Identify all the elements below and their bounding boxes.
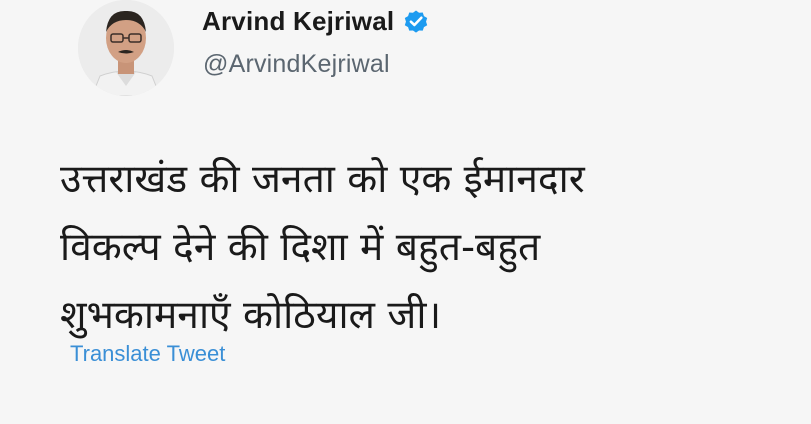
tweet-text-line: शुभकामनाएँ कोठियाल जी। (60, 293, 442, 338)
translate-tweet-link[interactable]: Translate Tweet (70, 341, 225, 367)
tweet-card: Arvind Kejriwal @ArvindKejriwal उत्तराखं… (0, 0, 811, 424)
avatar[interactable] (78, 0, 174, 96)
avatar-image (78, 0, 174, 96)
tweet-text: उत्तराखंड की जनता को एक ईमानदार विकल्प द… (60, 146, 800, 350)
author-handle[interactable]: @ArvindKejriwal (203, 50, 390, 79)
tweet-text-line: उत्तराखंड की जनता को एक ईमानदार (60, 157, 585, 202)
author-row: Arvind Kejriwal (202, 4, 430, 38)
display-name[interactable]: Arvind Kejriwal (202, 6, 394, 37)
verified-badge-icon (402, 7, 430, 35)
tweet-text-line: विकल्प देने की दिशा में बहुत-बहुत (60, 225, 541, 270)
